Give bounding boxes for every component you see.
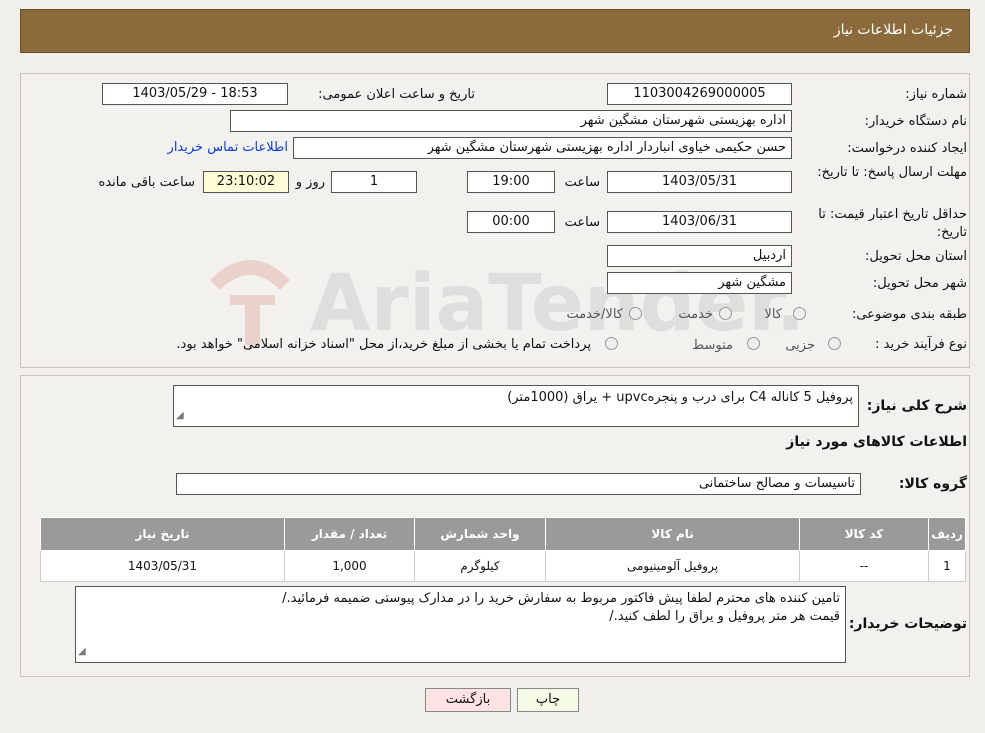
validity-label: حداقل تاریخ اعتبار قیمت: تا تاریخ: <box>818 207 967 240</box>
need-number-field[interactable]: 1103004269000005 <box>607 83 792 105</box>
process-minor-label: جزیی <box>785 338 815 353</box>
deadline-time-label: ساعت <box>564 175 600 190</box>
col-row-header: ردیف <box>928 517 966 551</box>
category-both-label: کالا/خدمت <box>566 307 623 322</box>
page-header: جزئيات اطلاعات نياز <box>20 9 970 53</box>
col-date-header: تاریخ نیاز <box>40 517 285 551</box>
table-header-row: ردیف کد کالا نام کالا واحد شمارش تعداد /… <box>40 517 966 551</box>
days-field[interactable]: 1 <box>331 171 417 193</box>
cell-unit: کیلوگرم <box>414 550 546 582</box>
page-title: جزئيات اطلاعات نياز <box>833 22 953 38</box>
validity-time-label: ساعت <box>564 215 600 230</box>
city-field[interactable]: مشگین شهر <box>607 272 792 294</box>
category-service-label: خدمت <box>678 307 713 322</box>
description-text: پروفیل 5 کاناله C4 برای درب و پنجرهupvc … <box>507 390 853 405</box>
creator-field[interactable]: حسن حکیمی خیاوی انباردار اداره بهزیستی ش… <box>293 137 792 159</box>
buyer-org-label: نام دستگاه خریدار: <box>864 114 967 129</box>
buyer-org-field[interactable]: اداره بهزیستی شهرستان مشگین شهر <box>230 110 792 132</box>
buyer-notes-textarea[interactable]: تامین کننده های محترم لطفا پیش فاکتور مر… <box>75 586 846 663</box>
process-treasury-checkbox[interactable] <box>605 337 618 350</box>
goods-group-field[interactable]: تاسیسات و مصالح ساختمانی <box>176 473 861 495</box>
buyer-notes-line: تامین کننده های محترم لطفا پیش فاکتور مر… <box>282 591 840 606</box>
days-label: روز و <box>295 175 325 190</box>
buyer-notes-label: توضیحات خریدار: <box>848 616 967 632</box>
deadline-label: مهلت ارسال پاسخ: تا تاریخ: <box>817 165 967 180</box>
category-goods-radio[interactable] <box>793 307 806 320</box>
category-goods-label: کالا <box>764 307 782 322</box>
announce-label: تاریخ و ساعت اعلان عمومی: <box>318 87 475 102</box>
process-medium-radio[interactable] <box>747 337 760 350</box>
category-label: طبقه بندی موضوعی: <box>851 307 967 322</box>
col-name-header: نام کالا <box>545 517 800 551</box>
description-label: شرح کلی نیاز: <box>866 398 967 414</box>
resize-handle-icon[interactable]: ◢ <box>78 643 86 661</box>
resize-handle-icon[interactable]: ◢ <box>176 407 184 425</box>
print-button[interactable]: چاپ <box>517 688 579 712</box>
col-code-header: کد کالا <box>799 517 929 551</box>
contact-buyer-link[interactable]: اطلاعات تماس خریدار <box>168 140 288 155</box>
cell-row: 1 <box>928 550 966 582</box>
category-both-radio[interactable] <box>629 307 642 320</box>
creator-label: ایجاد کننده درخواست: <box>847 141 967 156</box>
goods-heading: اطلاعات کالاهای مورد نیاز <box>786 434 967 450</box>
need-number-label: شماره نیاز: <box>905 87 967 102</box>
province-field[interactable]: اردبیل <box>607 245 792 267</box>
items-table: ردیف کد کالا نام کالا واحد شمارش تعداد /… <box>40 517 966 582</box>
announce-field[interactable]: 1403/05/29 - 18:53 <box>102 83 288 105</box>
remaining-label: ساعت باقی مانده <box>98 175 195 190</box>
province-label: استان محل تحویل: <box>865 249 967 264</box>
col-unit-header: واحد شمارش <box>414 517 546 551</box>
deadline-date-field[interactable]: 1403/05/31 <box>607 171 792 193</box>
process-note: پرداخت تمام یا بخشی از مبلغ خرید،از محل … <box>176 337 591 352</box>
category-service-radio[interactable] <box>719 307 732 320</box>
cell-name: پروفیل آلومینیومی <box>545 550 800 582</box>
city-label: شهر محل تحویل: <box>872 276 967 291</box>
cell-qty: 1,000 <box>284 550 415 582</box>
process-medium-label: متوسط <box>692 338 733 353</box>
validity-time-field[interactable]: 00:00 <box>467 211 555 233</box>
back-button[interactable]: بازگشت <box>425 688 511 712</box>
process-minor-radio[interactable] <box>828 337 841 350</box>
cell-date: 1403/05/31 <box>40 550 285 582</box>
cell-code: -- <box>799 550 929 582</box>
buyer-notes-line: قیمت هر متر پروفیل و یراق را لطف کنید./ <box>609 609 840 624</box>
table-row[interactable]: 1 -- پروفیل آلومینیومی کیلوگرم 1,000 140… <box>40 550 966 582</box>
col-qty-header: تعداد / مقدار <box>284 517 415 551</box>
process-label: نوع فرآیند خرید : <box>875 337 967 352</box>
deadline-time-field[interactable]: 19:00 <box>467 171 555 193</box>
description-textarea[interactable]: پروفیل 5 کاناله C4 برای درب و پنجرهupvc … <box>173 385 859 427</box>
remaining-time-field: 23:10:02 <box>203 171 289 193</box>
validity-date-field[interactable]: 1403/06/31 <box>607 211 792 233</box>
goods-group-label: گروه کالا: <box>898 476 967 492</box>
